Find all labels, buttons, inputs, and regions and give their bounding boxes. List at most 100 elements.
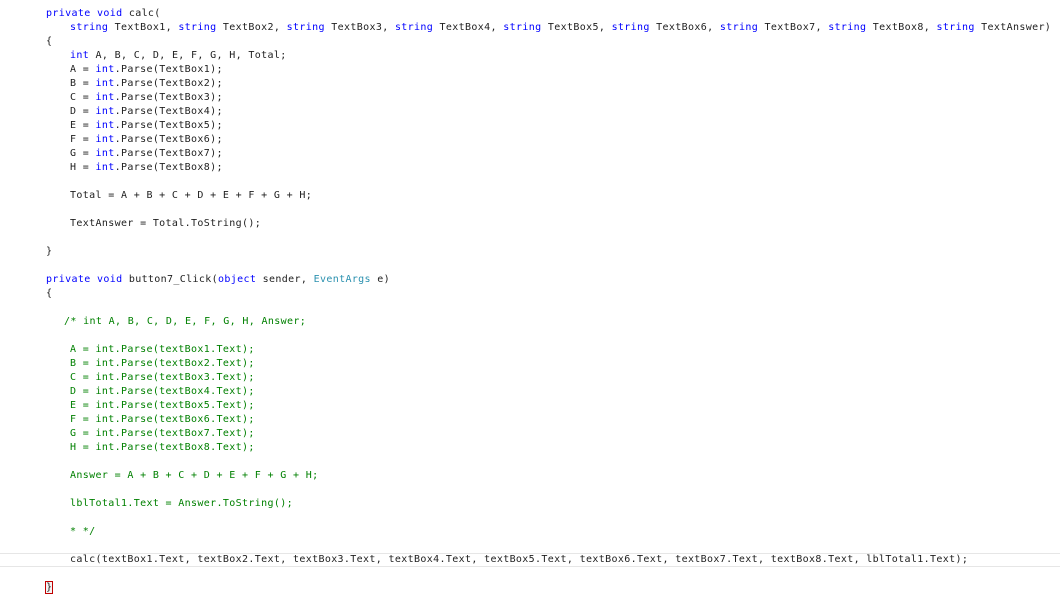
code-token: TextBox1, (108, 22, 179, 33)
code-line[interactable]: int A, B, C, D, E, F, G, H, Total; (0, 49, 1060, 63)
code-token: string (70, 22, 109, 33)
code-token: G = int.Parse(textBox7.Text); (70, 428, 255, 439)
code-token: void (96, 8, 123, 19)
code-line[interactable] (0, 259, 1060, 273)
code-token: E = (70, 120, 96, 131)
closing-brace-match: } (44, 581, 54, 594)
code-token: /* int A, B, C, D, E, F, G, H, Answer; (64, 316, 307, 327)
code-line[interactable]: string TextBox1, string TextBox2, string… (0, 21, 1060, 35)
code-line[interactable]: E = int.Parse(TextBox5); (0, 119, 1060, 133)
code-line[interactable]: Answer = A + B + C + D + E + F + G + H; (0, 469, 1060, 483)
code-token: TextBox7, (758, 22, 829, 33)
code-token: string (719, 22, 759, 33)
code-line[interactable] (0, 567, 1060, 581)
code-line[interactable]: A = int.Parse(TextBox1); (0, 63, 1060, 77)
code-token: int (95, 64, 115, 75)
code-token: { (46, 36, 53, 47)
code-line[interactable]: { (0, 287, 1060, 301)
code-token: e) (370, 274, 391, 285)
code-token: string (611, 22, 650, 33)
code-line[interactable]: H = int.Parse(textBox8.Text); (0, 441, 1060, 455)
code-line[interactable]: private void button7_Click(object sender… (0, 273, 1060, 287)
code-token: { (46, 288, 53, 299)
code-line[interactable]: E = int.Parse(textBox5.Text); (0, 399, 1060, 413)
code-line[interactable]: C = int.Parse(TextBox3); (0, 91, 1060, 105)
code-line[interactable] (0, 329, 1060, 343)
code-token: D = (70, 106, 96, 117)
code-line[interactable]: TextAnswer = Total.ToString(); (0, 217, 1060, 231)
code-line[interactable] (0, 203, 1060, 217)
code-line[interactable]: /* int A, B, C, D, E, F, G, H, Answer; (0, 315, 1060, 329)
code-token: .Parse(TextBox2); (114, 78, 223, 89)
code-token: TextAnswer) (974, 22, 1052, 33)
code-line[interactable]: B = int.Parse(textBox2.Text); (0, 357, 1060, 371)
code-token: .Parse(TextBox6); (114, 134, 223, 145)
code-token: .Parse(TextBox4); (114, 106, 223, 117)
code-token: lblTotal1.Text = Answer.ToString(); (70, 498, 293, 509)
code-token: G = (70, 148, 96, 159)
code-line[interactable]: } (0, 245, 1060, 259)
code-token: int (95, 148, 115, 159)
code-token: TextAnswer = Total.ToString(); (70, 218, 262, 229)
code-line[interactable] (0, 511, 1060, 525)
code-token: int (95, 106, 115, 117)
code-token: B = int.Parse(textBox2.Text); (70, 358, 255, 369)
code-line[interactable] (0, 539, 1060, 553)
code-line-current[interactable]: calc(textBox1.Text, textBox2.Text, textB… (0, 553, 1060, 567)
code-line[interactable] (0, 175, 1060, 189)
code-line[interactable]: { (0, 35, 1060, 49)
code-token: F = (70, 134, 96, 145)
code-token: int (95, 134, 115, 145)
code-token: C = int.Parse(textBox3.Text); (70, 372, 255, 383)
code-line[interactable]: G = int.Parse(textBox7.Text); (0, 427, 1060, 441)
code-token: string (286, 22, 325, 33)
code-token: void (96, 274, 123, 285)
code-line[interactable]: lblTotal1.Text = Answer.ToString(); (0, 497, 1060, 511)
code-token: A = int.Parse(textBox1.Text); (70, 344, 255, 355)
code-token: EventArgs (313, 274, 371, 285)
code-token: int (70, 50, 90, 61)
code-token: string (503, 22, 542, 33)
code-token: .Parse(TextBox8); (114, 162, 223, 173)
code-token: TextBox3, (324, 22, 395, 33)
code-line[interactable]: H = int.Parse(TextBox8); (0, 161, 1060, 175)
code-line[interactable]: F = int.Parse(textBox6.Text); (0, 413, 1060, 427)
code-token: A, B, C, D, E, F, G, H, Total; (89, 50, 287, 61)
code-line[interactable]: D = int.Parse(textBox4.Text); (0, 385, 1060, 399)
code-token: Answer = A + B + C + D + E + F + G + H; (70, 470, 319, 481)
code-token: A = (70, 64, 96, 75)
code-token: int (95, 120, 115, 131)
code-line[interactable]: * */ (0, 525, 1060, 539)
code-token: } (46, 246, 53, 257)
code-token: private (46, 274, 91, 285)
code-token: E = int.Parse(textBox5.Text); (70, 400, 255, 411)
code-line[interactable]: Total = A + B + C + D + E + F + G + H; (0, 189, 1060, 203)
code-token: button7_Click( (122, 274, 219, 285)
code-line[interactable] (0, 231, 1060, 245)
code-token: string (178, 22, 217, 33)
code-token: string (936, 22, 975, 33)
code-token: D = int.Parse(textBox4.Text); (70, 386, 255, 397)
code-token: .Parse(TextBox7); (114, 148, 223, 159)
code-line[interactable]: A = int.Parse(textBox1.Text); (0, 343, 1060, 357)
code-token: * */ (70, 526, 96, 537)
code-editor[interactable]: private void calc(string TextBox1, strin… (0, 0, 1060, 606)
code-line[interactable]: } (0, 581, 1060, 595)
code-token: H = (70, 162, 96, 173)
code-token: calc(textBox1.Text, textBox2.Text, textB… (70, 554, 969, 565)
code-line[interactable]: private void calc( (0, 7, 1060, 21)
code-token: TextBox4, (433, 22, 504, 33)
code-line[interactable] (0, 301, 1060, 315)
code-line[interactable]: G = int.Parse(TextBox7); (0, 147, 1060, 161)
code-token: TextBox5, (541, 22, 612, 33)
code-line[interactable] (0, 483, 1060, 497)
code-token: TextBox8, (866, 22, 937, 33)
code-line[interactable]: C = int.Parse(textBox3.Text); (0, 371, 1060, 385)
code-line[interactable]: F = int.Parse(TextBox6); (0, 133, 1060, 147)
code-line[interactable]: B = int.Parse(TextBox2); (0, 77, 1060, 91)
code-line[interactable]: D = int.Parse(TextBox4); (0, 105, 1060, 119)
code-token: .Parse(TextBox3); (114, 92, 223, 103)
code-token: string (394, 22, 434, 33)
code-token: TextBox2, (216, 22, 287, 33)
code-line[interactable] (0, 455, 1060, 469)
